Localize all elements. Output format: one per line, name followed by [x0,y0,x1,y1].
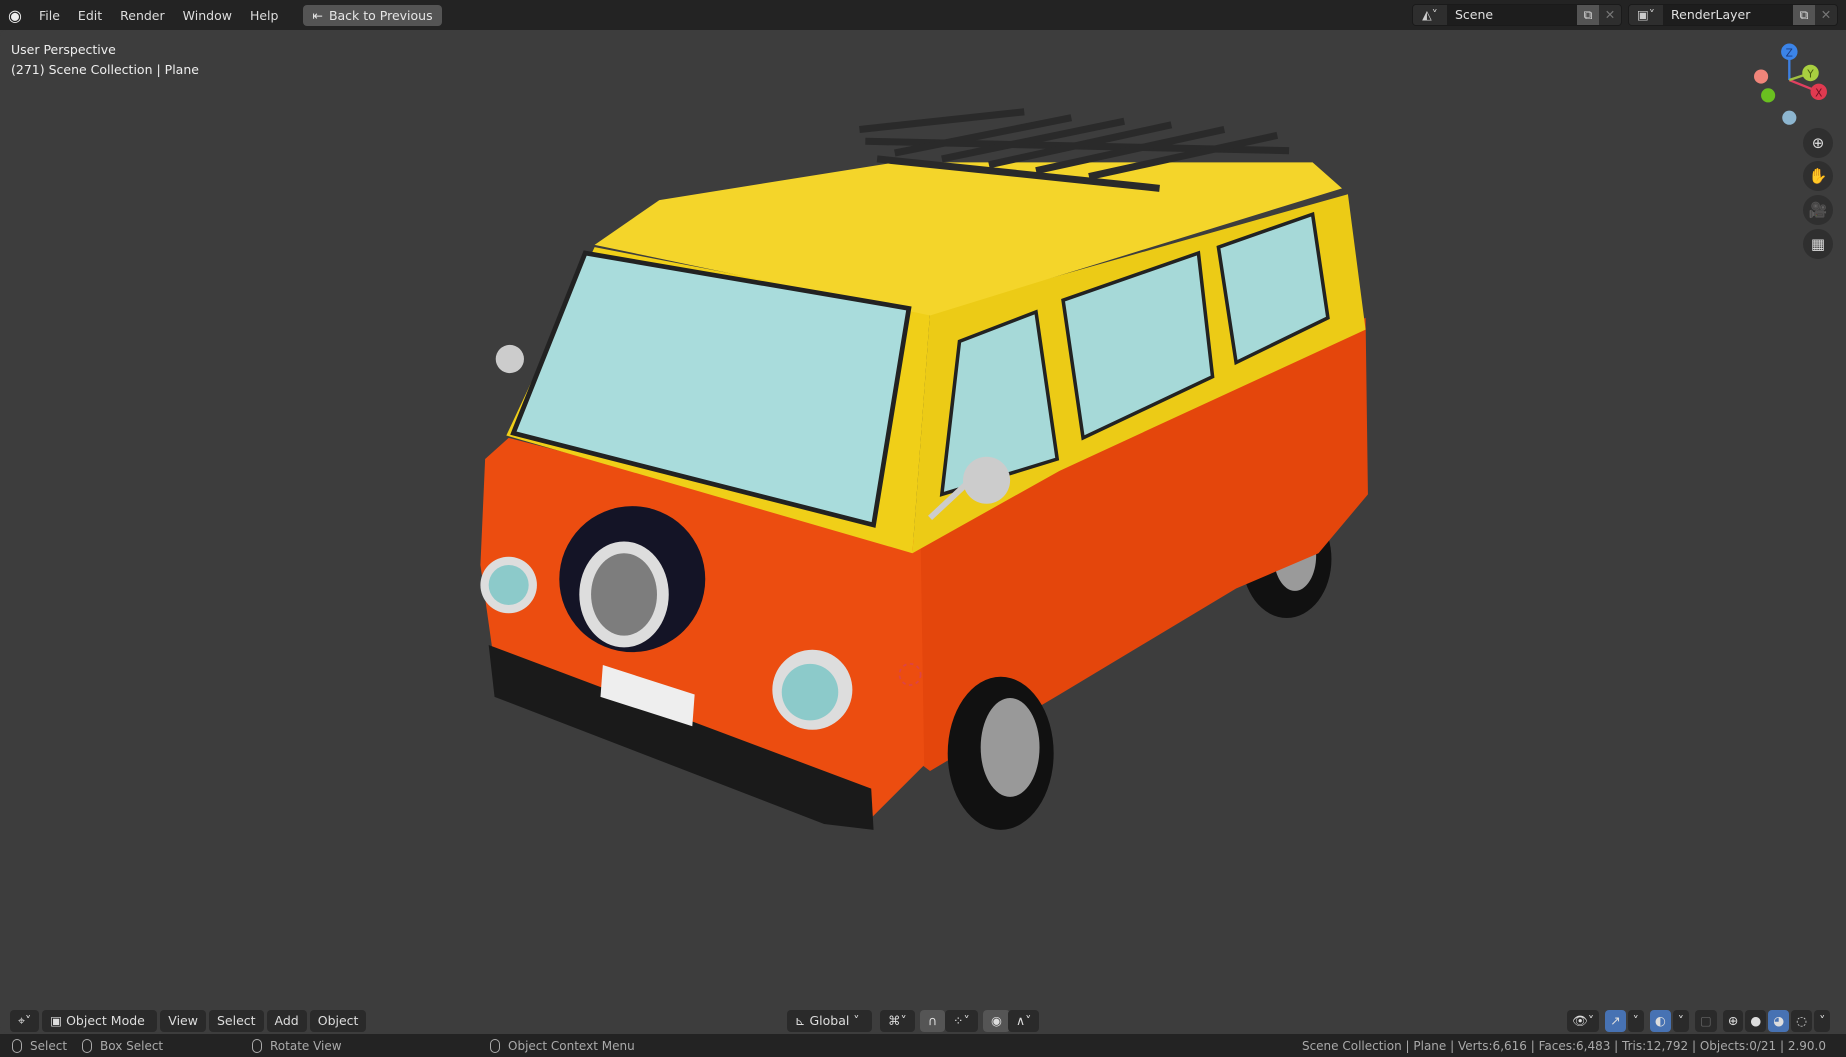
mirror-right [963,456,1011,504]
van-model[interactable]: Z Y X [0,0,1846,1057]
status-context: Object Context Menu [490,1038,635,1053]
status-select: Select [12,1038,68,1053]
scene-stats: Scene Collection | Plane | Verts:6,616 |… [1301,1038,1826,1053]
mirror-left [495,344,524,374]
falloff-icon[interactable]: ∧˅ [1008,1010,1040,1032]
navigation-gizmo: Z Y X [1754,43,1827,125]
status-rotate: Rotate View [252,1038,342,1053]
snap-target-icon[interactable]: ⁘˅ [945,1010,978,1032]
zoom-icon[interactable]: ⊕ [1803,128,1833,158]
viewport-info: User Perspective (271) Scene Collection … [11,40,199,80]
shading-dropdown[interactable]: ˅ [1814,1010,1831,1032]
viewport-header: ⌖˅ ▣ Object Mode ˅ View Select Add Objec… [0,1008,1846,1050]
gizmo-y-label: Y [1806,69,1814,81]
orientation-dropdown[interactable]: ⊾ Global ˅ [787,1010,872,1032]
camera-icon[interactable]: 🎥 [1803,195,1833,225]
shading-controls: 👁˅ ↗ ˅ ◐ ˅ ▢ ⊕ ● ◕ ◌ ˅ [1565,1010,1831,1032]
mouse-middle-icon [252,1038,262,1053]
object-mode-icon: ▣ [50,1013,67,1028]
material-shading-icon[interactable]: ◕ [1768,1010,1790,1032]
rendered-shading-icon[interactable]: ◌ [1791,1010,1813,1032]
wireframe-shading-icon[interactable]: ⊕ [1722,1010,1744,1032]
snap-magnet-icon[interactable]: ∩ [920,1010,946,1032]
mouse-right-icon [490,1038,500,1053]
mouse-drag-icon [82,1038,92,1053]
gizmo-x-label: X [1815,88,1822,100]
gizmo-toggle-icon[interactable]: ↗ [1605,1010,1626,1032]
mode-label: Object Mode [66,1013,145,1028]
visibility-icon[interactable]: 👁˅ [1567,1010,1600,1032]
status-context-label: Object Context Menu [508,1038,635,1053]
menu-select[interactable]: Select [208,1010,264,1032]
gizmo-z-label: Z [1786,47,1793,59]
pivot-icon[interactable]: ⌘˅ [880,1010,915,1032]
hand-pan-icon[interactable]: ✋ [1803,161,1833,191]
menu-view[interactable]: View [160,1010,206,1032]
collection-label: (271) Scene Collection | Plane [11,62,199,77]
grid-ortho-icon[interactable]: ▦ [1803,229,1833,259]
gizmo-dropdown[interactable]: ˅ [1627,1010,1644,1032]
perspective-label: User Perspective [11,42,116,57]
axes-icon: ⊾ [795,1013,810,1028]
xray-icon[interactable]: ▢ [1695,1010,1717,1032]
status-box-label: Box Select [100,1038,164,1053]
overlay-dropdown[interactable]: ˅ [1672,1010,1690,1032]
orientation-label: Global [809,1013,850,1028]
status-bar: Select Box Select Rotate View Object Con… [0,1034,1846,1057]
proportional-edit-icon[interactable]: ◉ [983,1010,1010,1032]
mode-dropdown[interactable]: ▣ Object Mode ˅ [42,1010,158,1050]
status-box-select: Box Select [82,1038,164,1053]
menu-add[interactable]: Add [266,1010,307,1032]
overlay-toggle-icon[interactable]: ◐ [1649,1010,1671,1032]
mouse-left-icon [12,1038,22,1053]
solid-shading-icon[interactable]: ● [1745,1010,1767,1032]
editor-type-icon[interactable]: ⌖˅ [10,1010,40,1032]
status-select-label: Select [30,1038,68,1053]
status-rotate-label: Rotate View [270,1038,342,1053]
menu-object[interactable]: Object [309,1010,367,1032]
